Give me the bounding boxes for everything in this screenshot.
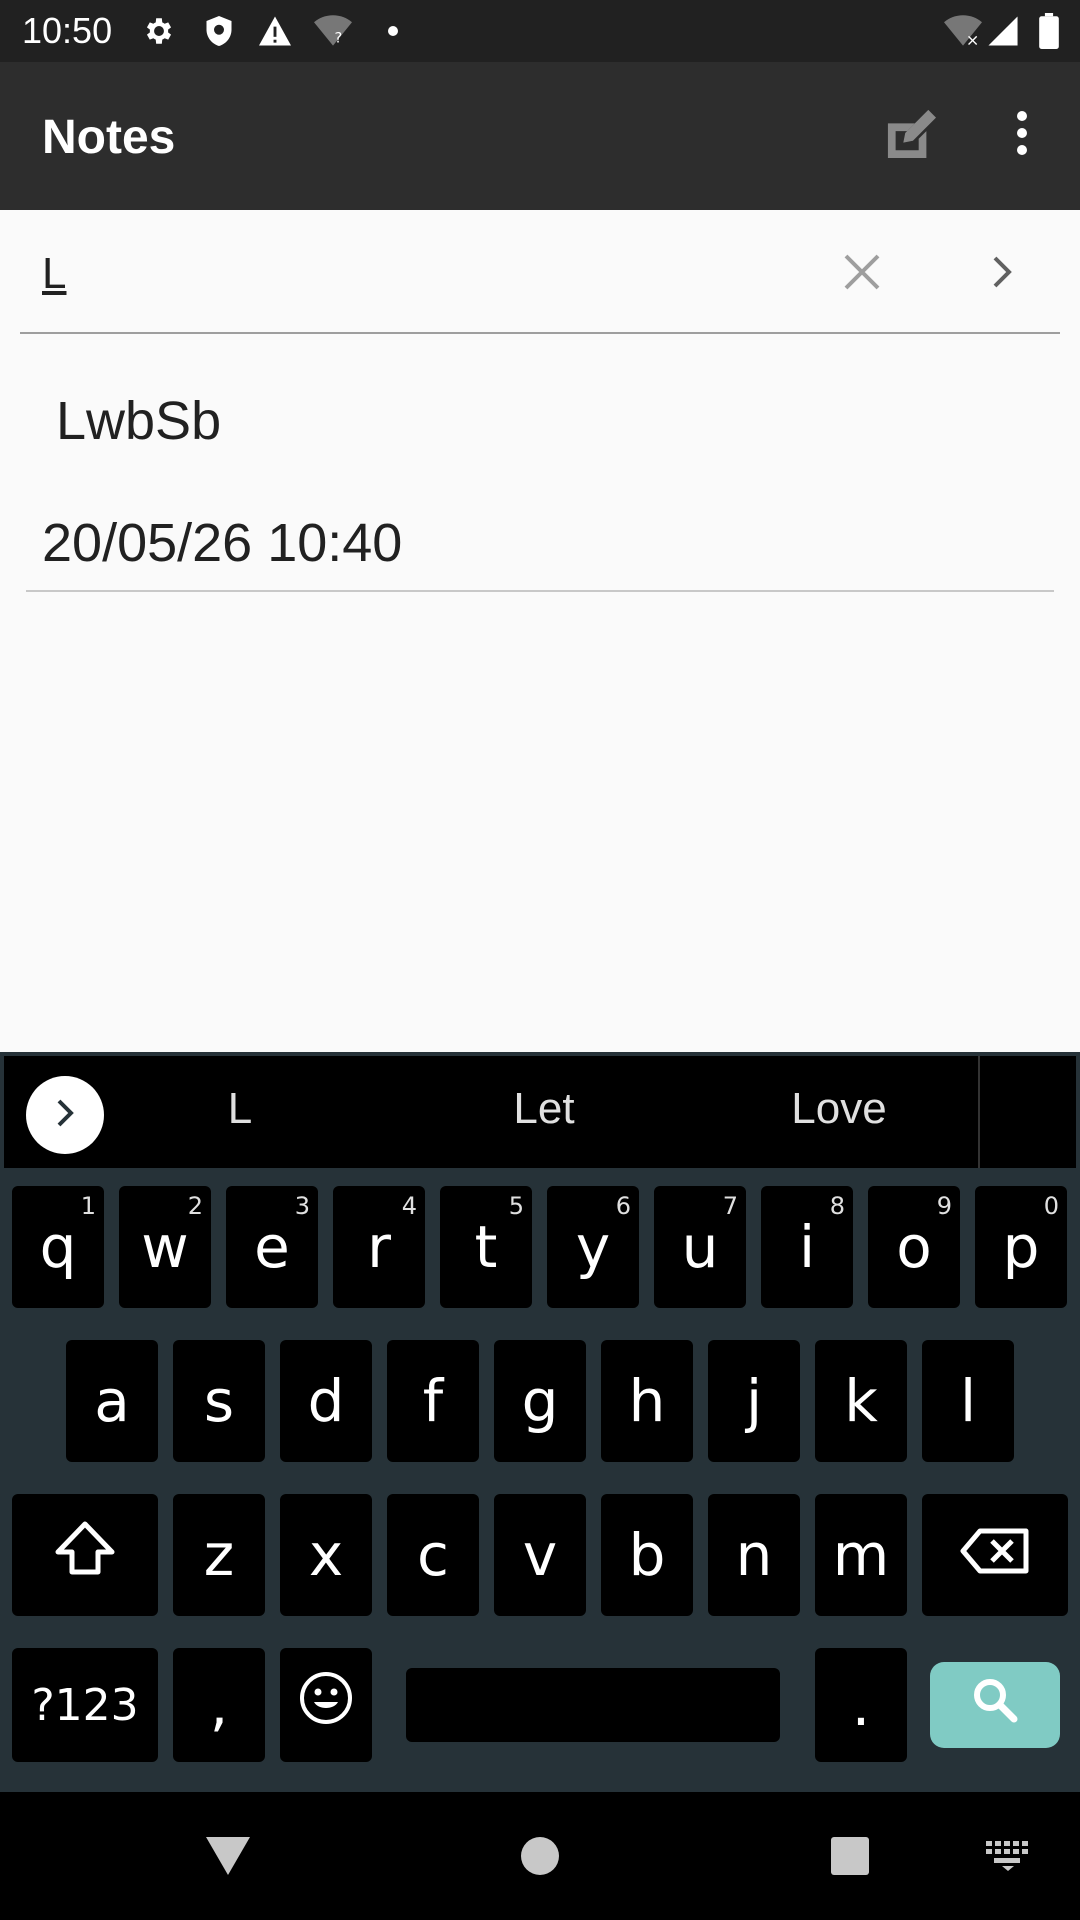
signal-icon — [984, 12, 1022, 50]
key-a[interactable]: a — [66, 1340, 158, 1462]
shift-key[interactable] — [12, 1494, 158, 1616]
key-e[interactable]: e3 — [226, 1186, 318, 1308]
key-m[interactable]: m — [815, 1494, 907, 1616]
key-v[interactable]: v — [494, 1494, 586, 1616]
wifi-question-icon: ? — [314, 12, 352, 50]
key-l[interactable]: l — [922, 1340, 1014, 1462]
key-z[interactable]: z — [173, 1494, 265, 1616]
key-o[interactable]: o9 — [868, 1186, 960, 1308]
key-c[interactable]: c — [387, 1494, 479, 1616]
key-h[interactable]: h — [601, 1340, 693, 1462]
overflow-menu-icon — [1016, 110, 1028, 161]
key-k[interactable]: k — [815, 1340, 907, 1462]
key-u[interactable]: u7 — [654, 1186, 746, 1308]
emoji-key[interactable] — [280, 1648, 372, 1762]
note-title: LwbSb — [56, 391, 222, 451]
note-list-item[interactable]: LwbSb 20/05/26 10:40 — [26, 370, 1054, 592]
key-g[interactable]: g — [494, 1340, 586, 1462]
suggestion-2[interactable]: Let — [474, 1084, 614, 1134]
emoji-icon — [298, 1670, 354, 1740]
status-bar: 10:50 ? × — [0, 0, 1080, 62]
key-f[interactable]: f — [387, 1340, 479, 1462]
chevron-right-icon — [991, 254, 1013, 295]
key-y[interactable]: y6 — [547, 1186, 639, 1308]
suggestion-1[interactable]: L — [200, 1084, 280, 1134]
key-s[interactable]: s — [173, 1340, 265, 1462]
close-icon — [842, 252, 882, 297]
comma-key[interactable]: , — [173, 1648, 265, 1762]
app-title: Notes — [42, 111, 176, 164]
keyboard-switch-button[interactable] — [978, 1828, 1038, 1888]
gear-icon — [140, 12, 178, 50]
backspace-key[interactable] — [922, 1494, 1068, 1616]
app-bar: Notes — [0, 62, 1080, 210]
search-icon — [970, 1671, 1020, 1739]
status-time: 10:50 — [22, 10, 113, 51]
symbols-key[interactable]: ?123 — [12, 1648, 158, 1762]
key-r[interactable]: r4 — [333, 1186, 425, 1308]
overflow-menu-button[interactable] — [994, 104, 1050, 166]
suggestion-3[interactable]: Love — [764, 1084, 914, 1134]
back-button[interactable] — [198, 1828, 258, 1888]
shield-icon — [200, 12, 238, 50]
key-x[interactable]: x — [280, 1494, 372, 1616]
chevron-right-icon — [55, 1097, 75, 1134]
key-i[interactable]: i8 — [761, 1186, 853, 1308]
battery-icon — [1030, 12, 1068, 50]
search-action-key[interactable] — [930, 1662, 1060, 1748]
svg-text:×: × — [966, 31, 979, 48]
search-bar — [20, 214, 1060, 334]
home-icon — [519, 1835, 561, 1882]
key-t[interactable]: t5 — [440, 1186, 532, 1308]
note-date: 20/05/26 10:40 — [42, 513, 403, 573]
key-d[interactable]: d — [280, 1340, 372, 1462]
key-n[interactable]: n — [708, 1494, 800, 1616]
clear-search-button[interactable] — [830, 242, 894, 306]
shift-icon — [54, 1520, 116, 1590]
suggestion-divider — [978, 1056, 980, 1168]
warning-icon — [256, 12, 294, 50]
recents-button[interactable] — [820, 1828, 880, 1888]
search-next-button[interactable] — [970, 242, 1034, 306]
soft-keyboard: L Let Love q1 w2 e3 r4 t5 y6 u7 i8 o9 p0… — [0, 1052, 1080, 1792]
suggestion-strip: L Let Love — [4, 1056, 1076, 1168]
space-key[interactable] — [406, 1668, 780, 1742]
key-b[interactable]: b — [601, 1494, 693, 1616]
back-icon — [204, 1835, 252, 1882]
search-input[interactable] — [42, 244, 802, 304]
backspace-icon — [960, 1521, 1030, 1589]
compose-button[interactable] — [880, 104, 942, 166]
suggestion-expand-button[interactable] — [26, 1076, 104, 1154]
keyboard-switch-icon — [986, 1840, 1030, 1876]
navigation-bar — [0, 1792, 1080, 1920]
svg-text:?: ? — [334, 30, 342, 47]
recents-icon — [829, 1835, 871, 1882]
key-p[interactable]: p0 — [975, 1186, 1067, 1308]
home-button[interactable] — [510, 1828, 570, 1888]
key-q[interactable]: q1 — [12, 1186, 104, 1308]
wifi-off-icon: × — [944, 12, 982, 50]
key-w[interactable]: w2 — [119, 1186, 211, 1308]
key-j[interactable]: j — [708, 1340, 800, 1462]
period-key[interactable]: . — [815, 1648, 907, 1762]
compose-icon — [884, 108, 938, 163]
dot-icon — [374, 12, 412, 50]
